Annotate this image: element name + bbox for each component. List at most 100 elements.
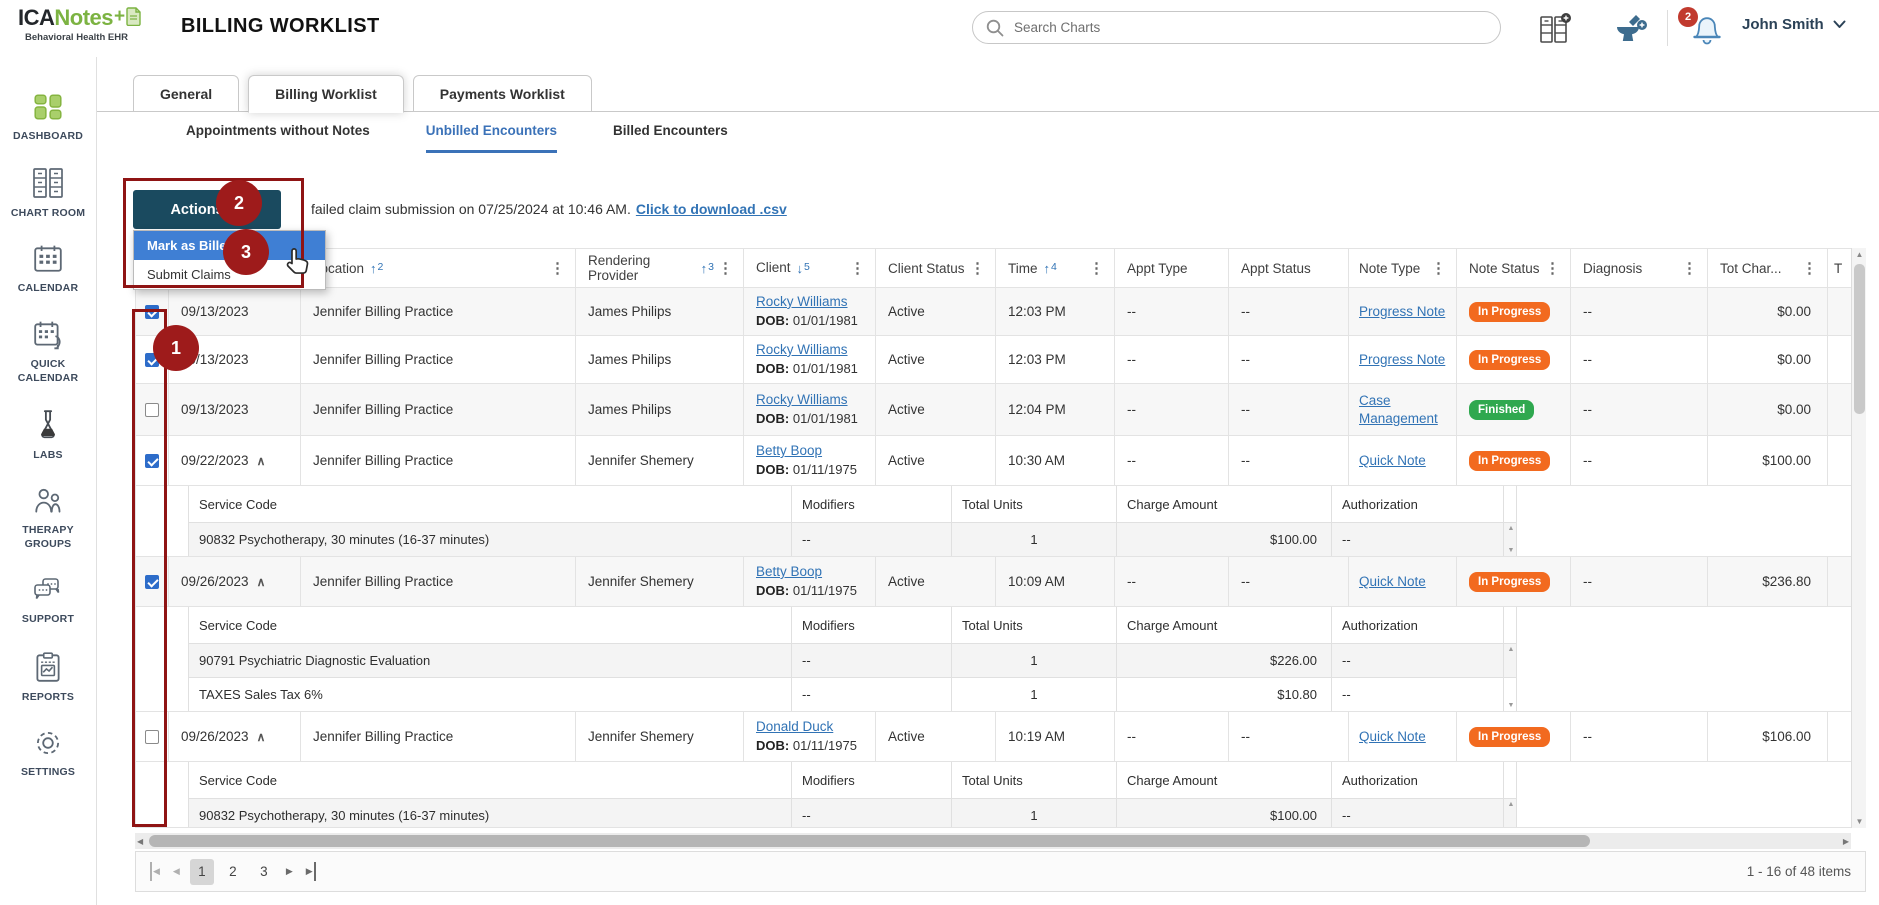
column-menu-icon[interactable]: ⋮ (1427, 259, 1450, 277)
provider-cell: Jennifer Shemery (576, 436, 744, 485)
client-status-cell: Active (876, 557, 996, 606)
client-link[interactable]: Rocky Williams (756, 341, 848, 360)
mini-scrollbar[interactable]: ▼ (1504, 678, 1518, 711)
notifications-bell[interactable]: 2 (1688, 10, 1728, 50)
status-badge: Finished (1469, 400, 1534, 420)
logo-document-icon (126, 7, 142, 30)
row-checkbox[interactable] (145, 305, 159, 319)
user-menu[interactable]: John Smith (1742, 16, 1846, 33)
column-menu-icon[interactable]: ⋮ (714, 259, 737, 277)
page-button-2[interactable]: 2 (221, 859, 245, 885)
tab-general[interactable]: General (133, 75, 239, 112)
column-header-appt-status[interactable]: Appt Status (1229, 249, 1349, 287)
collapse-icon[interactable]: ∧ (257, 454, 266, 468)
column-menu-icon[interactable]: ⋮ (546, 259, 569, 277)
scroll-left-icon[interactable]: ◀ (137, 837, 143, 846)
client-link[interactable]: Rocky Williams (756, 391, 848, 410)
page-button-3[interactable]: 3 (252, 859, 276, 885)
note-type-cell: Quick Note (1349, 712, 1457, 761)
sidebar-item-chart-room[interactable]: CHART ROOM (2, 166, 94, 220)
client-cell: Betty Boop DOB: 01/11/1975 (744, 557, 876, 606)
row-checkbox[interactable] (145, 730, 159, 744)
scrollbar-thumb[interactable] (149, 835, 1590, 847)
column-header-client[interactable]: Client ↓5 ⋮ (744, 249, 876, 287)
prev-page-button[interactable]: ◀ (170, 862, 183, 881)
sidebar-item-labs[interactable]: LABS (2, 408, 94, 462)
row-checkbox[interactable] (145, 403, 159, 417)
scrollbar-thumb[interactable] (1854, 264, 1865, 414)
column-header-note-status[interactable]: Note Status ⋮ (1457, 249, 1571, 287)
column-menu-icon[interactable]: ⋮ (966, 259, 989, 277)
client-link[interactable]: Donald Duck (756, 718, 833, 737)
column-header-diagnosis[interactable]: Diagnosis ⋮ (1571, 249, 1708, 287)
calendar-icon (31, 243, 65, 275)
subtab-billed-encounters[interactable]: Billed Encounters (613, 123, 728, 153)
client-link[interactable]: Betty Boop (756, 442, 822, 461)
scroll-right-icon[interactable]: ▶ (1843, 837, 1849, 846)
column-menu-icon[interactable]: ⋮ (1085, 259, 1108, 277)
client-link[interactable]: Betty Boop (756, 563, 822, 582)
next-page-button[interactable]: ▶ (283, 862, 296, 881)
page-button-1[interactable]: 1 (190, 859, 214, 885)
horizontal-scrollbar[interactable]: ◀ ▶ (135, 833, 1851, 849)
client-link[interactable]: Rocky Williams (756, 293, 848, 312)
column-menu-icon[interactable]: ⋮ (1541, 259, 1564, 277)
charge-amount: $10.80 (1117, 678, 1332, 711)
reports-icon (32, 650, 64, 684)
sidebar-item-calendar[interactable]: CALENDAR (2, 243, 94, 295)
column-header-appt-type[interactable]: Appt Type (1115, 249, 1229, 287)
appt-status-cell: -- (1229, 436, 1349, 485)
time-cell: 12:03 PM (996, 288, 1115, 335)
note-type-cell: Progress Note (1349, 288, 1457, 335)
download-csv-link[interactable]: Click to download .csv (636, 201, 787, 217)
note-type-link[interactable]: Quick Note (1359, 729, 1426, 744)
scroll-up-icon: ▲ (1508, 525, 1515, 532)
row-checkbox[interactable] (145, 575, 159, 589)
last-page-button[interactable]: ▶ (303, 862, 316, 881)
column-header-time[interactable]: Time ↑4 ⋮ (996, 249, 1115, 287)
vertical-scrollbar[interactable]: ▲ ▼ (1851, 248, 1866, 828)
scroll-down-icon[interactable]: ▼ (1852, 817, 1867, 826)
medications-icon[interactable] (1612, 12, 1648, 51)
scroll-up-icon[interactable]: ▲ (1852, 250, 1867, 259)
sidebar-item-quick-calendar[interactable]: QUICK CALENDAR (2, 319, 94, 385)
mini-scrollbar[interactable]: ▲▼ (1504, 523, 1518, 556)
service-table-header: Service Code Modifiers Total Units Charg… (189, 607, 1516, 644)
subtab-appointments-without-notes[interactable]: Appointments without Notes (186, 123, 370, 153)
search-charts-box[interactable] (972, 11, 1501, 44)
app-logo[interactable]: ICANotes+ Behavioral Health EHR (18, 7, 142, 43)
tab-billing-worklist[interactable]: Billing Worklist (248, 75, 404, 113)
sidebar-item-dashboard[interactable]: DASHBOARD (2, 91, 94, 143)
logo-plus: + (114, 7, 125, 26)
note-type-link[interactable]: Quick Note (1359, 574, 1426, 589)
column-menu-icon[interactable]: ⋮ (846, 258, 869, 279)
sidebar-item-therapy-groups[interactable]: THERAPY GROUPS (2, 485, 94, 551)
total-units: 1 (952, 523, 1117, 556)
column-header-note-type[interactable]: Note Type ⋮ (1349, 249, 1457, 287)
collapse-icon[interactable]: ∧ (257, 730, 266, 744)
column-header-tot-charge[interactable]: Tot Char... ⋮ (1708, 249, 1828, 287)
mini-scrollbar[interactable]: ▲ (1504, 644, 1518, 677)
column-header-client-status[interactable]: Client Status ⋮ (876, 249, 996, 287)
new-chart-icon[interactable] (1538, 13, 1572, 50)
column-menu-icon[interactable]: ⋮ (1798, 259, 1821, 277)
search-input[interactable] (1014, 20, 1488, 35)
note-type-link[interactable]: Progress Note (1359, 304, 1445, 319)
note-type-link[interactable]: Progress Note (1359, 352, 1445, 367)
time-cell: 12:04 PM (996, 384, 1115, 435)
note-type-link[interactable]: Case Management (1359, 392, 1450, 427)
subtab-unbilled-encounters[interactable]: Unbilled Encounters (426, 123, 557, 153)
first-page-button[interactable]: ◀ (150, 862, 163, 881)
sidebar-item-support[interactable]: SUPPORT (2, 574, 94, 626)
note-type-link[interactable]: Quick Note (1359, 453, 1426, 468)
tab-payments-worklist[interactable]: Payments Worklist (413, 75, 592, 112)
sidebar-item-reports[interactable]: REPORTS (2, 650, 94, 704)
collapse-icon[interactable]: ∧ (257, 575, 266, 589)
sidebar-item-settings[interactable]: SETTINGS (2, 727, 94, 779)
column-header-rendering-provider[interactable]: Rendering Provider ↑3 ⋮ (576, 249, 744, 287)
row-checkbox[interactable] (145, 454, 159, 468)
column-header-location[interactable]: Location ↑2 ⋮ (301, 249, 576, 287)
mini-scrollbar[interactable]: ▲ (1504, 799, 1518, 828)
sidebar-label: LABS (33, 448, 62, 462)
column-menu-icon[interactable]: ⋮ (1678, 259, 1701, 277)
